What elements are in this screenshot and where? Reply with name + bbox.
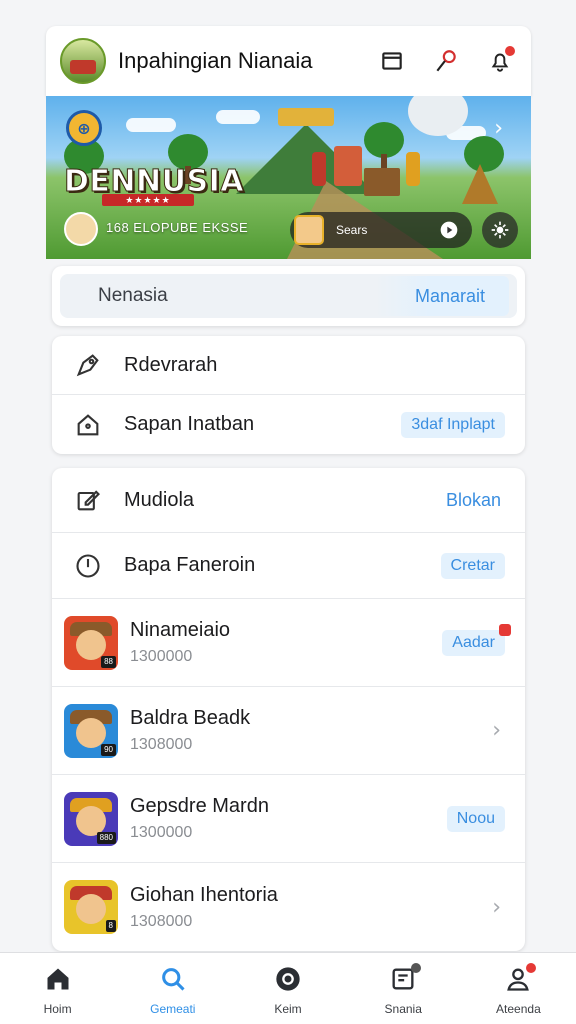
tab-record[interactable]: Keim — [230, 953, 345, 1024]
app-header: Inpahingian Nianaia — [46, 26, 531, 96]
app-icon-badge: 880 — [96, 831, 116, 844]
menu-row-label: Bapa Fanerоin — [124, 554, 256, 576]
app-icon-face — [76, 629, 106, 660]
app-action-label: Aadar — [452, 633, 495, 651]
profile-icon — [504, 963, 537, 998]
app-name: Baldra Beadk — [130, 707, 251, 729]
app-list-item[interactable]: 90 Baldra Beadk 1308000 › — [52, 687, 525, 775]
menu-row-label: Mudiola — [124, 488, 195, 511]
search-bar[interactable]: Nenasia Manarait — [60, 274, 517, 318]
app-list-item[interactable]: 880 Gepsdre Mardn 1300000 Noou — [52, 775, 525, 863]
character-illustration — [406, 152, 420, 186]
app-name: Ninameiaio — [130, 619, 231, 641]
app-icon-badge: 90 — [101, 743, 116, 756]
search-input[interactable]: Nenasia — [98, 285, 375, 307]
gear-icon[interactable] — [482, 212, 518, 248]
player-thumbnail — [294, 215, 324, 245]
window-icon[interactable] — [375, 44, 409, 78]
home-icon — [72, 409, 104, 441]
hero-banner[interactable]: ⊕ DENNUSIA ★★★★★ › 168 ELOPUBE EKSSE Sea… — [46, 96, 531, 259]
cloud — [126, 118, 176, 132]
app-count: 1300000 — [130, 648, 193, 665]
app-icon-face — [76, 894, 106, 924]
app-count: 1308000 — [130, 912, 193, 930]
building-illustration — [334, 146, 362, 186]
banner-avatar — [64, 212, 98, 246]
bell-icon[interactable] — [483, 44, 517, 78]
notification-dot — [526, 963, 537, 973]
avatar[interactable] — [60, 38, 106, 84]
chevron-right-icon[interactable]: › — [492, 718, 501, 743]
app-action-pill[interactable]: Noou — [446, 805, 505, 832]
app-list-item[interactable]: 88 Ninameiaio 1300000 Aadar — [52, 599, 525, 687]
cloud — [216, 110, 260, 124]
record-icon — [274, 965, 302, 998]
menu-row[interactable]: Mudiola Blokan — [52, 468, 525, 533]
coin-icon: ⊕ — [66, 110, 102, 146]
app-count: 1308000 — [130, 736, 193, 753]
menu-card-list: Mudiola Blokan Bapa Fanerоin Cretar 88 N… — [52, 468, 525, 951]
app-icon: 90 — [64, 703, 118, 758]
menu-row[interactable]: Bapa Fanerоin Cretar — [52, 533, 525, 599]
app-count: 1300000 — [130, 824, 193, 841]
crate-illustration — [364, 168, 400, 196]
app-name: Giohan Ihentoria — [130, 883, 278, 906]
tab-label: Keim — [274, 1002, 302, 1016]
rating-ribbon: ★★★★★ — [102, 194, 194, 206]
play-icon[interactable] — [436, 217, 462, 243]
header-title: Inpahingian Nianaia — [118, 48, 313, 73]
menu-row[interactable]: Sapan Inatban 3daf Inplapt — [52, 395, 525, 454]
menu-row-label: Rdevrarah — [124, 353, 218, 376]
edit-icon — [72, 484, 104, 516]
player-title: Sears — [336, 223, 368, 237]
character-illustration — [312, 152, 326, 186]
app-icon: 8 — [64, 880, 118, 934]
search-card: Nenasia Manarait — [52, 266, 525, 326]
tab-label: Gemeati — [150, 1002, 196, 1016]
menu-row[interactable]: Rdevrarah — [52, 336, 525, 395]
home-icon — [44, 965, 72, 998]
app-icon: 880 — [64, 791, 118, 846]
sign-illustration — [278, 108, 334, 126]
media-player[interactable]: Sears — [290, 212, 472, 248]
bottom-tab-bar: Hoim Gemeati Keim Snania Ateenda — [0, 952, 576, 1024]
tab-profile[interactable]: Ateenda — [461, 953, 576, 1024]
tab-inbox[interactable]: Snania — [346, 953, 461, 1024]
tab-label: Hoim — [43, 1002, 72, 1016]
search-action-button[interactable]: Manarait — [374, 276, 509, 316]
banner-subtitle: 168 ELOPUBE EKSSE — [106, 220, 249, 235]
tab-home[interactable]: Hoim — [0, 953, 115, 1024]
tree-illustration — [364, 122, 404, 158]
tent-illustration — [462, 164, 498, 204]
search-icon — [159, 965, 187, 998]
tab-label: Ateenda — [496, 1002, 541, 1016]
app-list-item[interactable]: 8 Giohan Ihentoria 1308000 › — [52, 863, 525, 951]
chevron-right-icon[interactable]: › — [494, 116, 503, 141]
pin-icon[interactable] — [429, 44, 463, 78]
row-action-pill[interactable]: 3daf Inplapt — [401, 411, 505, 438]
notification-dot — [411, 963, 422, 973]
tab-search[interactable]: Gemeati — [115, 953, 230, 1024]
app-icon-face — [76, 717, 106, 748]
notification-dot — [499, 623, 511, 636]
app-icon: 88 — [64, 615, 118, 670]
chevron-right-icon[interactable]: › — [492, 895, 501, 920]
app-name: Gepsdre Mardn — [130, 795, 269, 817]
clock-icon — [72, 550, 104, 582]
menu-card-primary: Rdevrarah Sapan Inatban 3daf Inplapt — [52, 336, 525, 454]
row-action-link[interactable]: Blokan — [446, 490, 501, 511]
inbox-icon — [389, 963, 422, 998]
app-icon-badge: 8 — [105, 920, 116, 932]
app-icon-badge: 88 — [101, 655, 116, 668]
notification-dot — [505, 46, 515, 56]
menu-row-label: Sapan Inatban — [124, 413, 255, 435]
app-action-pill[interactable]: Aadar — [442, 623, 511, 656]
tag-icon — [72, 349, 104, 381]
row-action-pill[interactable]: Cretar — [440, 552, 505, 579]
tab-label: Snania — [384, 1002, 422, 1016]
